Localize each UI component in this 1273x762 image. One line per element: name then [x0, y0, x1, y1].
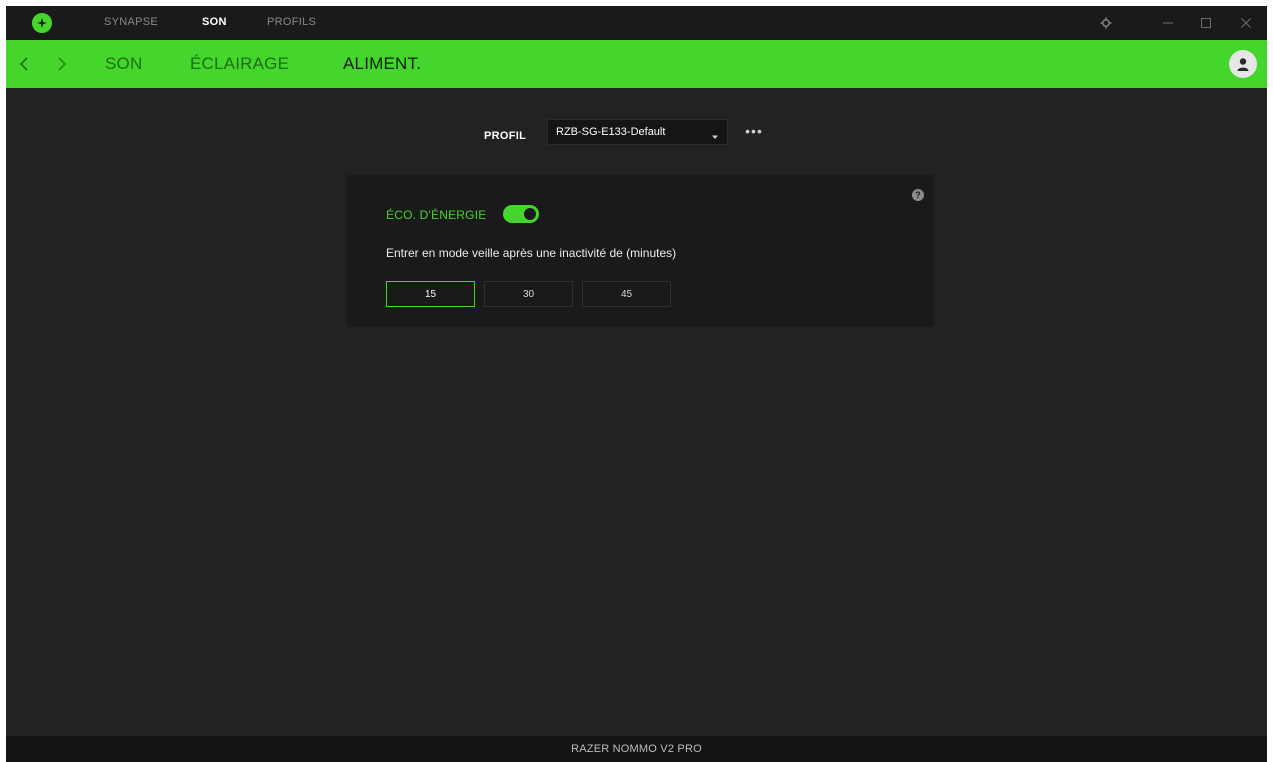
tab-eclairage[interactable]: ÉCLAIRAGE: [190, 54, 289, 74]
close-icon[interactable]: [1234, 12, 1258, 34]
razer-logo-icon[interactable]: [32, 13, 52, 33]
sleep-description: Entrer en mode veille après une inactivi…: [386, 246, 677, 260]
tab-son[interactable]: SON: [202, 16, 227, 28]
device-footer: RAZER NOMMO V2 PRO: [6, 736, 1267, 762]
tab-son-sub[interactable]: SON: [105, 54, 142, 74]
tab-aliment[interactable]: ALIMENT.: [343, 54, 421, 74]
chevron-down-icon: [711, 128, 719, 146]
toggle-knob: [524, 208, 536, 220]
sleep-option-45[interactable]: 45: [582, 281, 671, 307]
tab-profils[interactable]: PROFILS: [267, 16, 316, 28]
eco-energy-toggle[interactable]: [503, 205, 539, 223]
profile-select-value: RZB-SG-E133-Default: [556, 126, 666, 138]
gear-icon[interactable]: [1094, 12, 1118, 34]
sleep-option-15[interactable]: 15: [386, 281, 475, 307]
chevron-left-icon[interactable]: [14, 52, 34, 76]
user-avatar-icon[interactable]: [1229, 50, 1257, 78]
device-name: RAZER NOMMO V2 PRO: [571, 743, 702, 755]
nav-bar: SON ÉCLAIRAGE ALIMENT.: [6, 40, 1267, 88]
profile-dropdown[interactable]: RZB-SG-E133-Default: [547, 119, 728, 145]
minimize-icon[interactable]: [1156, 12, 1180, 34]
sleep-option-30[interactable]: 30: [484, 281, 573, 307]
power-panel: ? ÉCO. D'ÉNERGIE Entrer en mode veille a…: [347, 175, 934, 327]
eco-energy-label: ÉCO. D'ÉNERGIE: [386, 208, 487, 222]
tab-synapse[interactable]: SYNAPSE: [104, 16, 158, 28]
title-bar: SYNAPSE SON PROFILS: [6, 6, 1267, 40]
more-options-button[interactable]: •••: [744, 124, 764, 138]
chevron-right-icon[interactable]: [52, 52, 72, 76]
help-icon[interactable]: ?: [912, 189, 924, 201]
app-window: SYNAPSE SON PROFILS SON ÉCLAIRAGE ALIMEN…: [6, 6, 1267, 762]
profile-label: PROFIL: [484, 130, 527, 142]
maximize-icon[interactable]: [1194, 12, 1218, 34]
